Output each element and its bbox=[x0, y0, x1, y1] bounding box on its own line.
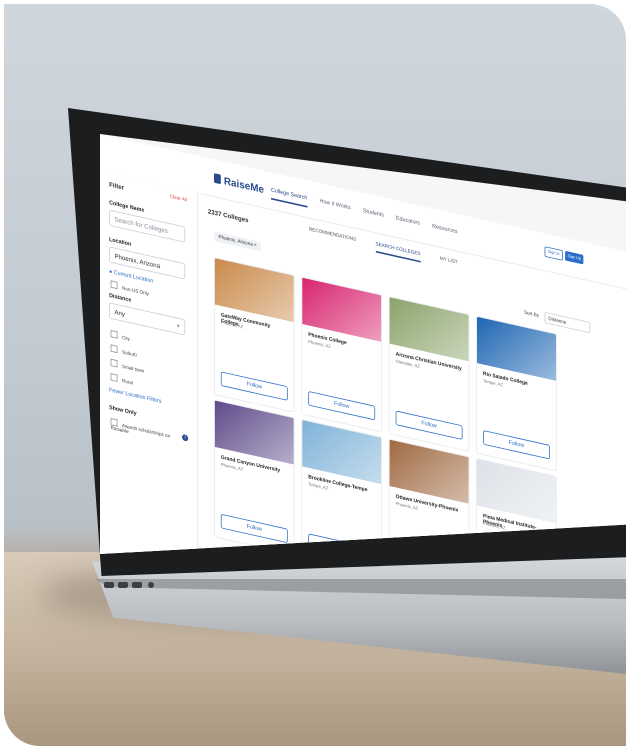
filter-title: Filter bbox=[109, 180, 124, 192]
tab-my-list[interactable]: MY LIST bbox=[440, 256, 458, 265]
logo[interactable]: RaiseMe bbox=[214, 172, 264, 195]
follow-button[interactable]: Follow bbox=[220, 513, 288, 544]
main-nav: College Search How it Works Students Edu… bbox=[271, 187, 468, 237]
college-card[interactable]: Brookline College-TempeTempe, AZFollow bbox=[301, 419, 382, 554]
suburb-checkbox[interactable]: Suburb bbox=[110, 344, 137, 358]
college-card[interactable]: Grand Canyon University Phoenix, AZ Follow bbox=[214, 399, 295, 554]
follow-button[interactable]: Follow bbox=[483, 430, 550, 460]
laptop-ports bbox=[104, 582, 184, 596]
college-card[interactable]: Phoenix College Phoenix, AZ Follow bbox=[301, 276, 382, 433]
website: RaiseMe College Search How it Works Stud… bbox=[100, 134, 626, 554]
distance-select[interactable]: Any ▼ bbox=[109, 302, 186, 336]
distance-label: Distance bbox=[109, 292, 132, 304]
nav-resources[interactable]: Resources bbox=[432, 223, 457, 234]
college-card[interactable]: Arizona Christian University Glendale, AZ… bbox=[388, 296, 470, 452]
follow-button[interactable]: Follow bbox=[308, 390, 376, 421]
laptop-screen: RaiseMe College Search How it Works Stud… bbox=[100, 134, 626, 554]
clear-all-link[interactable]: Clear All bbox=[170, 194, 187, 203]
tab-search-colleges[interactable]: SEARCH COLLEGES bbox=[375, 242, 421, 263]
college-card[interactable]: GateWay Community College Phoenix, AZ Foll… bbox=[214, 257, 295, 413]
college-count: 2337 Colleges bbox=[207, 207, 249, 225]
filter-sidebar: Filter Clear All College Name Search for… bbox=[100, 170, 199, 554]
logo-icon bbox=[214, 173, 221, 185]
sign-up-button[interactable]: Sign Up bbox=[565, 250, 584, 265]
sort-select[interactable]: Distance bbox=[544, 311, 591, 334]
follow-button[interactable]: Follow bbox=[395, 410, 463, 440]
fewer-location-filters-link[interactable]: Fewer Location Filters bbox=[109, 387, 161, 404]
sign-in-button[interactable]: Sign in bbox=[544, 246, 563, 261]
college-card[interactable]: Rio Salado College Tempe, AZ Follow bbox=[476, 315, 557, 472]
nav-educators[interactable]: Educators bbox=[396, 215, 420, 226]
show-only-label: Show Only bbox=[109, 404, 137, 417]
nav-how-it-works[interactable]: How it Works bbox=[320, 198, 351, 211]
college-search-input[interactable]: Search for Colleges bbox=[109, 209, 186, 243]
nav-college-search[interactable]: College Search bbox=[271, 187, 308, 208]
small-town-checkbox[interactable]: Small town bbox=[110, 358, 144, 374]
tab-recommendations[interactable]: RECOMMENDATIONS bbox=[309, 227, 356, 242]
rural-checkbox[interactable]: Rural bbox=[110, 373, 133, 386]
location-label: Location bbox=[109, 236, 132, 248]
location-filter-chip[interactable]: Phoenix, Arizona × bbox=[214, 231, 262, 252]
photo: RaiseMe College Search How it Works Stud… bbox=[4, 4, 626, 746]
sort-label: Sort By bbox=[524, 310, 540, 319]
info-icon[interactable]: i bbox=[182, 433, 189, 442]
chevron-down-icon: ▼ bbox=[176, 323, 181, 330]
city-checkbox[interactable]: City bbox=[110, 329, 130, 342]
nav-students[interactable]: Students bbox=[363, 208, 384, 218]
awards-checkbox[interactable]: Awards scholarships on RaiseMe bbox=[110, 417, 176, 445]
follow-button[interactable]: Follow bbox=[220, 371, 288, 401]
